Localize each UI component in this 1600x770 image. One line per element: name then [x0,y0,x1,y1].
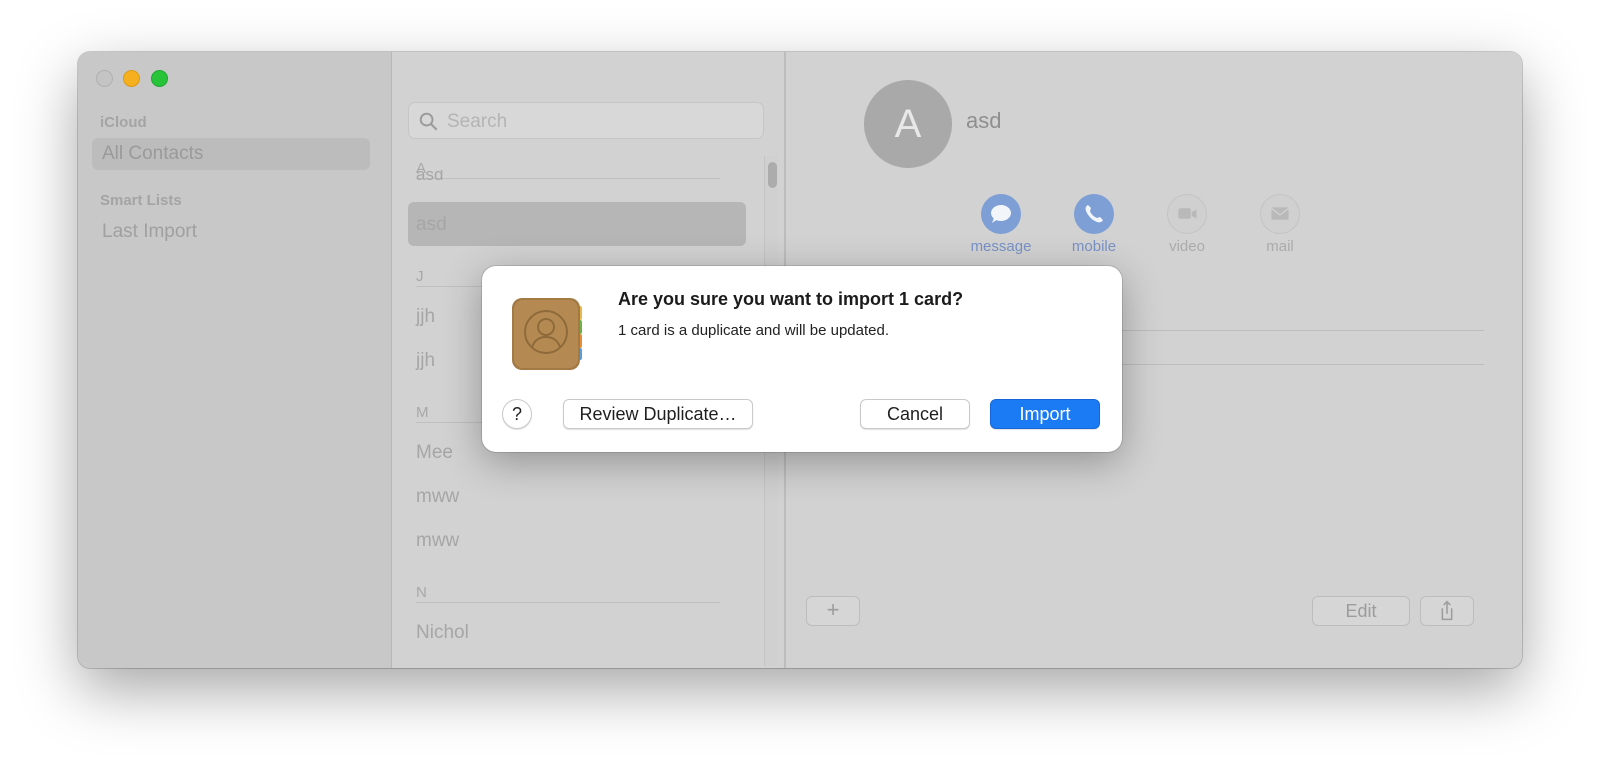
zoom-window-button[interactable] [151,70,168,87]
mail-action-label: mail [1266,238,1294,255]
import-confirmation-dialog: Are you sure you want to import 1 card? … [482,266,1122,452]
contacts-app-icon [512,298,582,370]
dialog-message: 1 card is a duplicate and will be update… [618,322,890,339]
section-letter-j: J [416,268,424,285]
sidebar-item-last-import[interactable]: Last Import [92,216,370,248]
video-action-label: video [1169,238,1205,255]
add-button[interactable]: + [806,596,860,626]
contact-row[interactable]: mww [416,486,459,508]
close-window-button[interactable] [96,70,113,87]
dialog-title: Are you sure you want to import 1 card? [618,289,964,309]
mail-icon [1271,207,1289,220]
message-action-label: message [970,238,1032,255]
message-action[interactable]: message [956,194,1046,255]
avatar: A [864,80,952,168]
minimize-window-button[interactable] [123,70,140,87]
message-icon [991,205,1011,223]
contact-row[interactable]: Mee [416,442,453,464]
contact-row[interactable]: jjh [416,350,435,372]
field-divider [1108,330,1484,331]
section-letter-m: M [416,404,429,421]
contact-name: asd [966,108,1002,133]
sidebar: iCloud All Contacts Smart Lists Last Imp… [78,52,392,668]
selected-contact-row[interactable] [408,202,746,246]
section-letter-n: N [416,584,427,601]
contact-row[interactable]: jjh [416,306,435,328]
field-divider [1108,364,1484,365]
search-input[interactable]: Search [447,111,507,133]
section-divider [416,602,720,603]
help-button[interactable]: ? [502,399,532,429]
phone-icon [1085,205,1103,223]
mail-action[interactable]: mail [1235,194,1325,255]
scrollbar-thumb[interactable] [768,162,777,188]
contact-row[interactable]: asd [416,170,443,184]
search-field[interactable]: Search [408,102,764,139]
cancel-button[interactable]: Cancel [860,399,970,429]
contact-row[interactable]: asd [416,214,447,236]
contact-row[interactable]: Nichol [416,622,469,644]
share-button[interactable] [1420,596,1474,626]
import-button[interactable]: Import [990,399,1100,429]
mobile-action-label: mobile [1071,238,1117,255]
search-icon [419,112,438,131]
mobile-action[interactable]: mobile [1049,194,1139,255]
edit-button[interactable]: Edit [1312,596,1410,626]
review-duplicate-button[interactable]: Review Duplicate… [563,399,753,429]
sidebar-section-icloud: iCloud [100,114,147,131]
section-divider [416,178,720,179]
video-icon [1178,208,1197,219]
contact-row[interactable]: mww [416,530,459,552]
sidebar-section-smart-lists: Smart Lists [100,192,182,209]
share-icon [1441,600,1453,621]
sidebar-item-all-contacts[interactable]: All Contacts [92,138,370,170]
video-action[interactable]: video [1142,194,1232,255]
